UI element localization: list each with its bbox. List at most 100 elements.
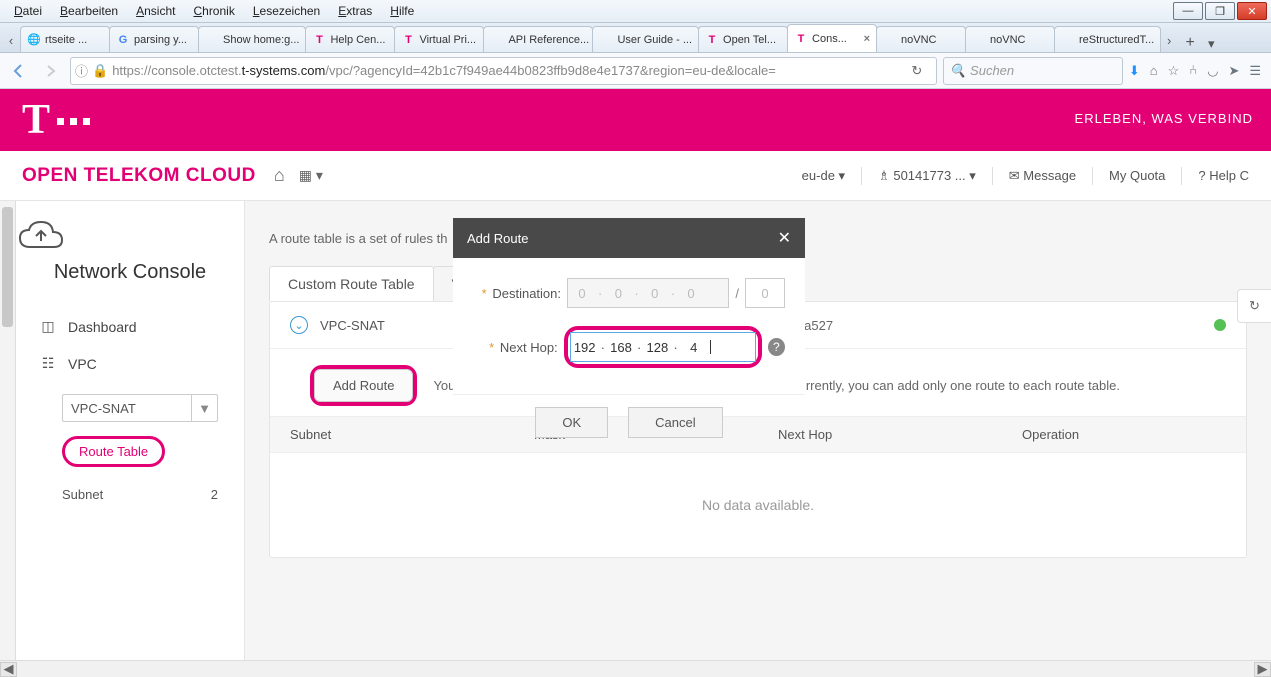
tab-scroll-right[interactable]: › [1160,28,1178,52]
modal-close-icon[interactable]: ✕ [778,228,791,248]
back-button[interactable] [6,58,32,84]
grid-empty-text: No data available. [270,453,1246,557]
console-grid-icon[interactable]: ▦ ▾ [299,167,323,184]
tab-scroll-left[interactable]: ‹ [2,28,20,52]
nexthop-highlight: 192· 168· 128· 4 [564,326,762,368]
menu-view[interactable]: Ansicht [128,2,183,20]
horizontal-scrollbar[interactable]: ◀ ▶ [0,660,1271,677]
tab-label: API Reference... [508,34,589,46]
region-selector[interactable]: eu-de ▾ [802,168,845,184]
send-icon[interactable]: ➤ [1228,63,1239,79]
scroll-left-icon[interactable]: ◀ [0,662,17,677]
lock-icon: 🔒 [92,63,108,79]
search-icon: 🔍 [950,63,966,79]
tab-1[interactable]: Gparsing y... [109,26,199,52]
tab-4[interactable]: TVirtual Pri... [394,26,484,52]
reload-button[interactable]: ↻ [902,63,932,79]
google-icon: G [116,33,130,47]
sidebar-scrollbar[interactable] [0,201,16,661]
tab-list-dropdown[interactable]: ▾ [1202,36,1220,52]
account-selector[interactable]: ♗ 50141773 ... ▾ [878,168,976,184]
subnet-label: Subnet [62,487,103,502]
vpc-name: VPC-SNAT [320,318,385,333]
tab-2[interactable]: Show home:g... [198,26,306,52]
collapse-icon[interactable]: ⌄ [290,316,308,334]
globe-icon: 🌐 [27,33,41,47]
info-icon[interactable]: ⓘ [75,61,88,80]
window-close[interactable]: ✕ [1237,2,1267,20]
nexthop-input[interactable]: 192· 168· 128· 4 [570,332,756,362]
tab-5[interactable]: API Reference... [483,26,593,52]
home-icon[interactable]: ⌂ [1150,63,1158,78]
help-link[interactable]: ? Help C [1198,168,1249,183]
search-box[interactable]: 🔍 Suchen [943,57,1123,85]
ok-button[interactable]: OK [535,407,608,438]
blank-icon [972,33,986,47]
help-icon[interactable]: ? [768,338,785,356]
tab-label: noVNC [901,34,936,46]
nexthop-field: * Next Hop: 192· 168· 128· 4 ? [473,326,785,368]
tab-0[interactable]: 🌐rtseite ... [20,26,110,52]
tab-11[interactable]: reStructuredT... [1054,26,1161,52]
menu-tools[interactable]: Extras [330,2,380,20]
tab-custom-route-table[interactable]: Custom Route Table [269,266,434,301]
window-maximize[interactable]: ❐ [1205,2,1235,20]
tab-9[interactable]: noVNC [876,26,966,52]
address-bar[interactable]: ⓘ 🔒 https://console.otctest.t-systems.co… [70,57,937,85]
window-minimize[interactable]: — [1173,2,1203,20]
vpc-select[interactable]: VPC-SNAT ▼ [62,394,244,422]
cloud-icon [16,219,244,253]
menu-bookmarks[interactable]: Lesezeichen [245,2,328,20]
scroll-right-icon[interactable]: ▶ [1254,662,1271,677]
modal-header: Add Route ✕ [453,218,805,258]
console-home-icon[interactable]: ⌂ [274,165,285,186]
brand-tagline: ERLEBEN, WAS VERBIND [1075,111,1253,126]
pocket-icon[interactable]: ◡ [1207,63,1218,79]
destination-input[interactable]: 0· 0· 0· 0 [567,278,729,308]
vpc-select-value: VPC-SNAT [62,394,192,422]
forward-button[interactable] [38,58,64,84]
quota-link[interactable]: My Quota [1109,168,1165,183]
close-icon[interactable]: × [864,33,870,45]
browser-tabstrip: ‹ 🌐rtseite ... Gparsing y... Show home:g… [0,23,1271,53]
menu-file[interactable]: Datei [6,2,50,20]
hamburger-icon[interactable]: ☰ [1249,63,1261,79]
cancel-button[interactable]: Cancel [628,407,722,438]
status-dot [1214,319,1226,331]
destination-mask-input[interactable]: 0 [745,278,785,308]
tab-label: User Guide - ... [617,34,692,46]
download-icon[interactable]: ⬇ [1129,63,1140,79]
sidebar-route-table[interactable]: Route Table [62,436,165,467]
tab-label: parsing y... [134,34,187,46]
browser-navbar: ⓘ 🔒 https://console.otctest.t-systems.co… [0,53,1271,89]
tab-3[interactable]: THelp Cen... [305,26,395,52]
add-route-button[interactable]: Add Route [310,365,417,406]
library-icon[interactable]: ⑃ [1189,63,1197,78]
sidebar-subnet-row[interactable]: Subnet 2 [62,481,244,508]
refresh-button[interactable]: ↻ [1237,289,1271,323]
tlogo-icon: T [794,32,808,46]
menu-help[interactable]: Hilfe [382,2,422,20]
tab-7[interactable]: TOpen Tel... [698,26,788,52]
bookmark-star-icon[interactable]: ☆ [1168,63,1180,79]
sidebar-title: Network Console [16,261,244,284]
message-link[interactable]: ✉ Message [1009,168,1076,184]
menu-history[interactable]: Chronik [185,2,242,20]
blank-icon [490,33,504,47]
subnet-count: 2 [211,487,218,502]
tab-10[interactable]: noVNC [965,26,1055,52]
browser-toolbar-icons: ⬇ ⌂ ☆ ⑃ ◡ ➤ ☰ [1129,63,1265,79]
tab-label: Open Tel... [723,34,776,46]
dashboard-icon: ◫ [38,318,58,335]
tlogo-icon: T [312,33,326,47]
new-tab-button[interactable]: + [1178,34,1202,52]
blank-icon [599,33,613,47]
tab-6[interactable]: User Guide - ... [592,26,699,52]
tab-8-active[interactable]: TCons...× [787,24,877,52]
sidebar-item-dashboard[interactable]: ◫Dashboard [16,308,244,345]
sidebar-item-vpc[interactable]: ☷VPC [16,345,244,382]
menu-edit[interactable]: Bearbeiten [52,2,126,20]
os-window-chrome: Datei Bearbeiten Ansicht Chronik Lesezei… [0,0,1271,23]
chevron-down-icon[interactable]: ▼ [192,394,218,422]
blank-icon [883,33,897,47]
